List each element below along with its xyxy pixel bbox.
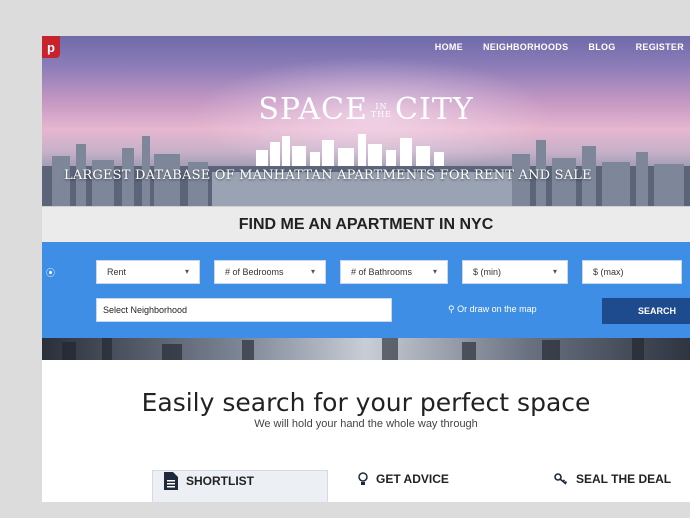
price-max-value: $ (max) (593, 267, 624, 277)
bedrooms-select[interactable]: # of Bedrooms ▾ (214, 260, 326, 284)
logo-word-space: SPACE (258, 92, 368, 127)
logo-city-silhouette (256, 134, 444, 166)
feature-shortlist[interactable]: SHORTLIST (164, 472, 254, 490)
skyline-strip-buildings (62, 338, 644, 360)
site-logo[interactable]: SPACE IN THE CITY (42, 92, 690, 127)
feature-seal-the-deal-label: SEAL THE DEAL (576, 472, 672, 486)
page-subtitle: We will hold your hand the whole way thr… (254, 418, 478, 430)
hero-banner: p HOME NEIGHBORHOODS BLOG REGISTER SPACE… (42, 36, 690, 206)
draw-on-map-link[interactable]: ⚲ Or draw on the map (448, 304, 537, 315)
logo-word-city: CITY (395, 92, 474, 127)
page-title: Easily search for your perfect space (141, 388, 591, 417)
location-pin-icon: ⦿ (46, 268, 56, 278)
feature-seal-the-deal[interactable]: SEAL THE DEAL (554, 472, 671, 486)
nav-register[interactable]: REGISTER (636, 42, 684, 52)
bathrooms-select[interactable]: # of Bathrooms ▾ (340, 260, 448, 284)
feature-get-advice-label: GET ADVICE (376, 472, 449, 486)
price-max-select[interactable]: $ (max) (582, 260, 682, 284)
top-navigation: HOME NEIGHBORHOODS BLOG REGISTER (435, 42, 684, 52)
bedrooms-value: # of Bedrooms (225, 267, 284, 277)
logo-in-the: IN THE (371, 103, 392, 119)
document-icon (164, 472, 178, 490)
nav-neighborhoods[interactable]: NEIGHBORHOODS (483, 42, 568, 52)
neighborhood-row: Select Neighborhood (96, 298, 392, 322)
lightbulb-icon (358, 472, 368, 485)
map-pin-icon: ⚲ (448, 304, 455, 314)
search-button-label: SEARCH (638, 306, 677, 316)
browser-viewport: p HOME NEIGHBORHOODS BLOG REGISTER SPACE… (42, 36, 690, 502)
search-button[interactable]: SEARCH (602, 298, 690, 324)
chevron-down-icon: ▾ (552, 267, 557, 276)
listing-type-value: Rent (107, 267, 127, 277)
price-min-select[interactable]: $ (min) ▾ (462, 260, 568, 284)
logo-word-the: THE (370, 110, 393, 119)
listing-type-select[interactable]: Rent ▾ (96, 260, 200, 284)
neighborhood-value: Select Neighborhood (103, 305, 188, 315)
key-icon (554, 473, 568, 485)
search-panel: ⦿ Rent ▾ # of Bedrooms ▾ # of Bathrooms … (42, 242, 690, 338)
hero-tagline: LARGEST DATABASE OF MANHATTAN APARTMENTS… (64, 168, 592, 183)
chevron-down-icon: ▾ (310, 267, 315, 276)
price-min-value: $ (min) (473, 267, 502, 277)
neighborhood-select[interactable]: Select Neighborhood (96, 298, 392, 322)
draw-on-map-label: Or draw on the map (457, 304, 537, 314)
chevron-down-icon: ▾ (184, 267, 189, 276)
pinterest-icon[interactable]: p (42, 36, 60, 58)
bathrooms-value: # of Bathrooms (351, 267, 413, 277)
feature-shortlist-label: SHORTLIST (186, 474, 254, 488)
chevron-down-icon: ▾ (432, 267, 437, 276)
filter-row: Rent ▾ # of Bedrooms ▾ # of Bathrooms ▾ … (96, 260, 682, 284)
find-apartment-heading: FIND ME AN APARTMENT IN NYC (42, 206, 690, 242)
nav-blog[interactable]: BLOG (588, 42, 615, 52)
nav-home[interactable]: HOME (435, 42, 463, 52)
skyline-strip-image (42, 338, 690, 360)
feature-get-advice[interactable]: GET ADVICE (358, 472, 449, 486)
